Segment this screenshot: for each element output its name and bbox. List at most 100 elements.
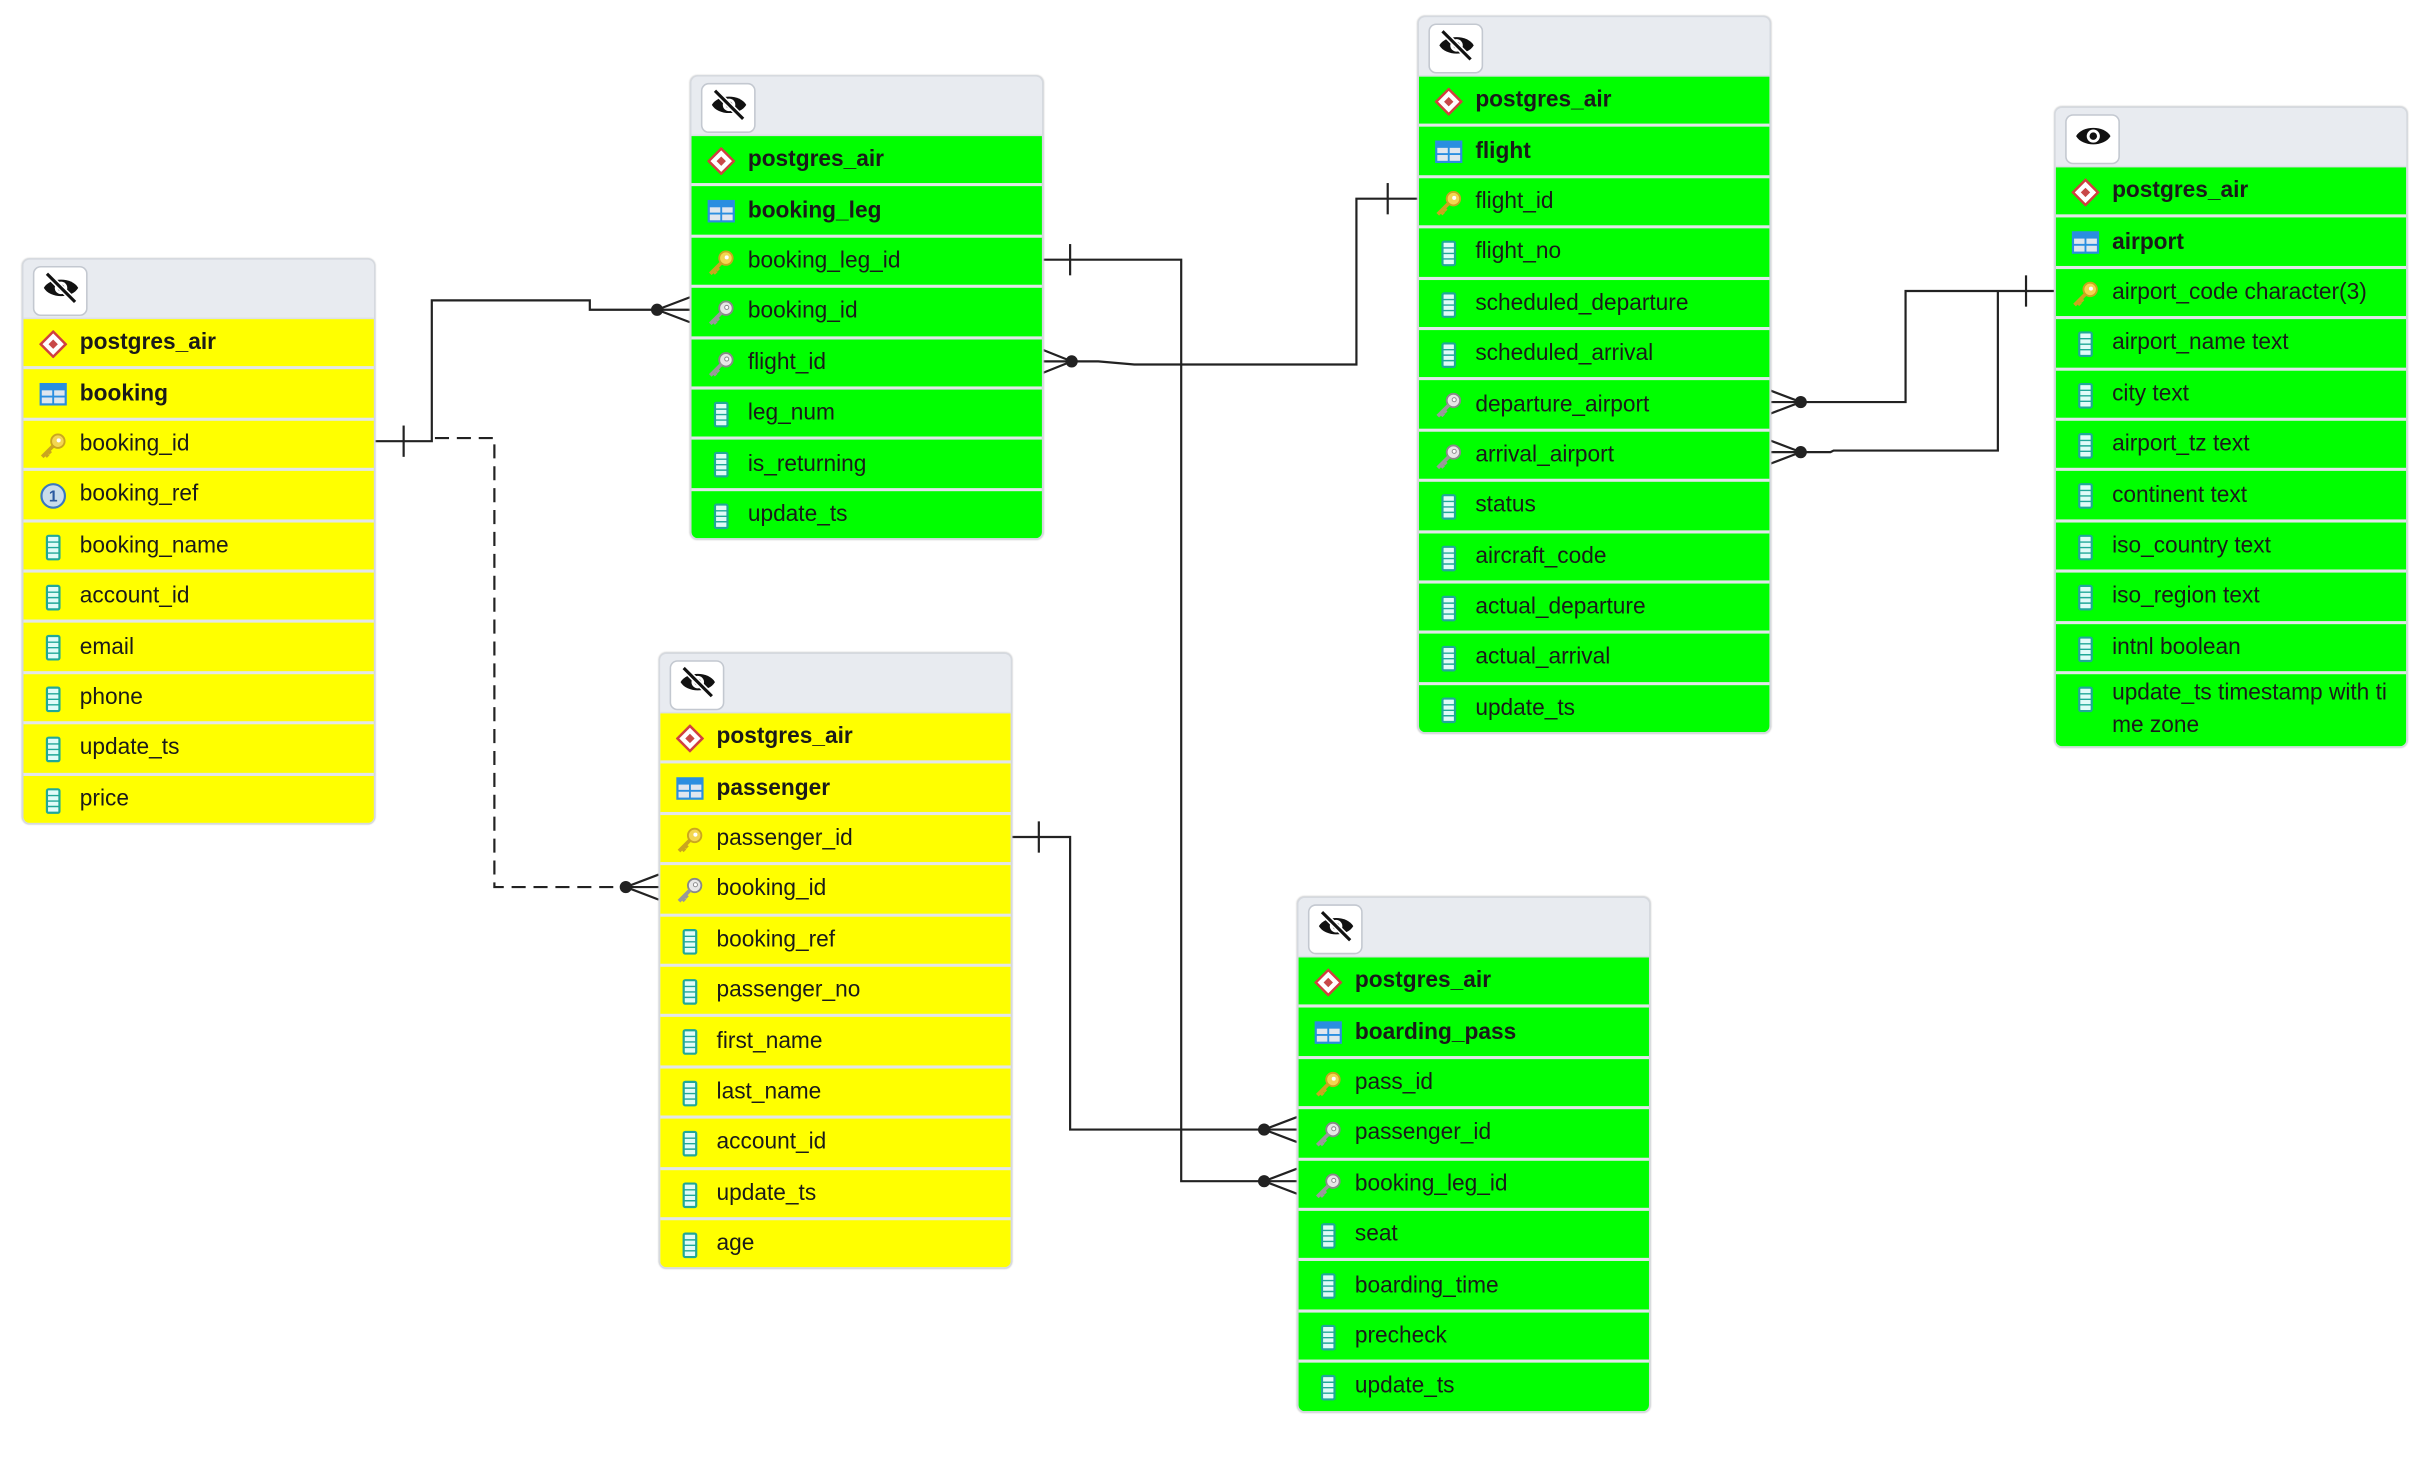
row-label: phone bbox=[79, 685, 143, 711]
schema-row[interactable]: postgres_air bbox=[2055, 167, 2407, 219]
schema-row[interactable]: postgres_air bbox=[1419, 76, 1770, 128]
column-row[interactable]: account_id bbox=[23, 572, 374, 624]
column-row[interactable]: is_returning bbox=[691, 440, 1042, 491]
column-row[interactable]: iso_country text bbox=[2055, 522, 2407, 573]
column-row[interactable]: update_ts timestamp with time zone bbox=[2055, 674, 2407, 747]
column-row[interactable]: first_name bbox=[660, 1017, 1011, 1069]
relation-booking_leg-boarding_pass[interactable] bbox=[1040, 244, 1298, 1195]
column-row[interactable]: phone bbox=[23, 673, 374, 725]
column-row[interactable]: precheck bbox=[1298, 1312, 1649, 1363]
column-row[interactable]: airport_code character(3) bbox=[2055, 268, 2407, 320]
primary-key-icon bbox=[39, 431, 67, 459]
column-row[interactable]: scheduled_departure bbox=[1419, 279, 1770, 331]
row-label: iso_country text bbox=[2112, 533, 2271, 559]
column-row[interactable]: price bbox=[23, 775, 374, 823]
schema-row[interactable]: postgres_air bbox=[1298, 957, 1649, 1009]
column-row[interactable]: booking_leg_id bbox=[691, 237, 1042, 289]
table-name-row[interactable]: boarding_pass bbox=[1298, 1008, 1649, 1059]
table-name-row[interactable]: airport bbox=[2055, 218, 2407, 269]
column-row[interactable]: actual_departure bbox=[1419, 583, 1770, 635]
table-name-row[interactable]: flight bbox=[1419, 127, 1770, 179]
column-row[interactable]: flight_id bbox=[691, 338, 1042, 390]
visibility-toggle-button[interactable] bbox=[669, 660, 725, 711]
column-row[interactable]: update_ts bbox=[691, 490, 1042, 539]
row-label: actual_arrival bbox=[1475, 645, 1611, 671]
column-row[interactable]: last_name bbox=[660, 1068, 1011, 1119]
column-row[interactable]: booking_id bbox=[660, 865, 1011, 917]
column-row[interactable]: scheduled_arrival bbox=[1419, 330, 1770, 381]
column-row[interactable]: actual_arrival bbox=[1419, 634, 1770, 685]
relation-booking-passenger[interactable] bbox=[434, 436, 660, 901]
column-row[interactable]: city text bbox=[2055, 370, 2407, 421]
column-row[interactable]: seat bbox=[1298, 1210, 1649, 1262]
column-row[interactable]: passenger_id bbox=[660, 814, 1011, 866]
column-row[interactable]: airport_tz text bbox=[2055, 420, 2407, 472]
row-label: is_returning bbox=[747, 451, 867, 477]
relation-airport-flight-arrival[interactable] bbox=[1767, 290, 1999, 466]
visibility-toggle-button[interactable] bbox=[700, 82, 756, 133]
column-row[interactable]: update_ts bbox=[660, 1169, 1011, 1221]
column-row[interactable]: leg_num bbox=[691, 389, 1042, 441]
column-row[interactable]: booking_ref bbox=[660, 916, 1011, 967]
table-airport[interactable]: postgres_air airport airport_code characte… bbox=[2054, 106, 2408, 748]
schema-row[interactable]: postgres_air bbox=[23, 319, 374, 370]
row-label: last_name bbox=[716, 1079, 822, 1105]
visibility-toggle-button[interactable] bbox=[32, 265, 88, 317]
column-row[interactable]: boarding_time bbox=[1298, 1261, 1649, 1313]
row-label: flight_id bbox=[1475, 189, 1554, 215]
eye-icon bbox=[2074, 120, 2112, 159]
column-row[interactable]: iso_region text bbox=[2055, 572, 2407, 624]
column-row[interactable]: continent text bbox=[2055, 471, 2407, 523]
column-row[interactable]: intnl boolean bbox=[2055, 623, 2407, 675]
column-row[interactable]: passenger_id bbox=[1298, 1109, 1649, 1161]
column-row[interactable]: status bbox=[1419, 482, 1770, 533]
visibility-toggle-button[interactable] bbox=[1307, 904, 1363, 955]
row-label: booking_leg_id bbox=[1354, 1171, 1508, 1197]
relation-flight-booking_leg[interactable] bbox=[1039, 183, 1418, 375]
column-row[interactable]: email bbox=[23, 623, 374, 674]
column-row[interactable]: pass_id bbox=[1298, 1058, 1649, 1110]
column-row[interactable]: flight_no bbox=[1419, 228, 1770, 280]
table-boarding_pass[interactable]: postgres_air boarding_pass pass_id passenge… bbox=[1296, 896, 1651, 1412]
column-row[interactable]: booking_leg_id bbox=[1298, 1160, 1649, 1211]
table-name-row[interactable]: booking bbox=[23, 369, 374, 421]
schema-row[interactable]: postgres_air bbox=[660, 713, 1011, 765]
column-row[interactable]: booking_id bbox=[23, 420, 374, 472]
column-row[interactable]: flight_id bbox=[1419, 178, 1770, 229]
column-row[interactable]: departure_airport bbox=[1419, 380, 1770, 432]
column-row[interactable]: account_id bbox=[660, 1118, 1011, 1170]
visibility-toggle-button[interactable] bbox=[1428, 23, 1484, 74]
table-name-row[interactable]: passenger bbox=[660, 764, 1011, 815]
column-row[interactable]: update_ts bbox=[1419, 684, 1770, 733]
column-row[interactable]: booking_name bbox=[23, 521, 374, 573]
column-row[interactable]: booking_id bbox=[691, 288, 1042, 339]
column-row[interactable]: age bbox=[660, 1220, 1011, 1268]
table-header bbox=[23, 259, 374, 320]
column-row[interactable]: 1 booking_ref bbox=[23, 471, 374, 522]
relation-booking-booking_leg[interactable] bbox=[372, 296, 691, 457]
table-flight[interactable]: postgres_air flight flight_id flight_no sche… bbox=[1417, 15, 1772, 734]
relation-airport-flight-departure[interactable] bbox=[1767, 275, 2055, 416]
column-row[interactable]: airport_name text bbox=[2055, 319, 2407, 371]
column-icon bbox=[676, 927, 704, 955]
relation-passenger-boarding_pass[interactable] bbox=[1009, 821, 1298, 1144]
table-booking_leg[interactable]: postgres_air booking_leg booking_leg_id boo… bbox=[689, 75, 1044, 540]
column-row[interactable]: update_ts bbox=[23, 724, 374, 776]
row-label: update_ts bbox=[747, 502, 848, 528]
table-booking[interactable]: postgres_airbooking booking_id 1 booking_re… bbox=[21, 258, 376, 825]
row-label: booking_name bbox=[79, 533, 229, 559]
column-icon bbox=[2071, 482, 2099, 510]
table-name-row[interactable]: booking_leg bbox=[691, 186, 1042, 238]
table-passenger[interactable]: postgres_air passenger passenger_id booking… bbox=[658, 652, 1013, 1270]
row-label: price bbox=[79, 786, 129, 812]
schema-row[interactable]: postgres_air bbox=[691, 136, 1042, 187]
column-icon bbox=[1314, 1374, 1342, 1402]
column-row[interactable]: arrival_airport bbox=[1419, 431, 1770, 483]
column-row[interactable]: passenger_no bbox=[660, 966, 1011, 1018]
column-row[interactable]: update_ts bbox=[1298, 1362, 1649, 1411]
row-label: postgres_air bbox=[79, 330, 216, 356]
schema-icon bbox=[38, 329, 68, 359]
visibility-toggle-button[interactable] bbox=[2065, 114, 2120, 165]
table-icon bbox=[707, 198, 735, 226]
column-row[interactable]: aircraft_code bbox=[1419, 532, 1770, 584]
